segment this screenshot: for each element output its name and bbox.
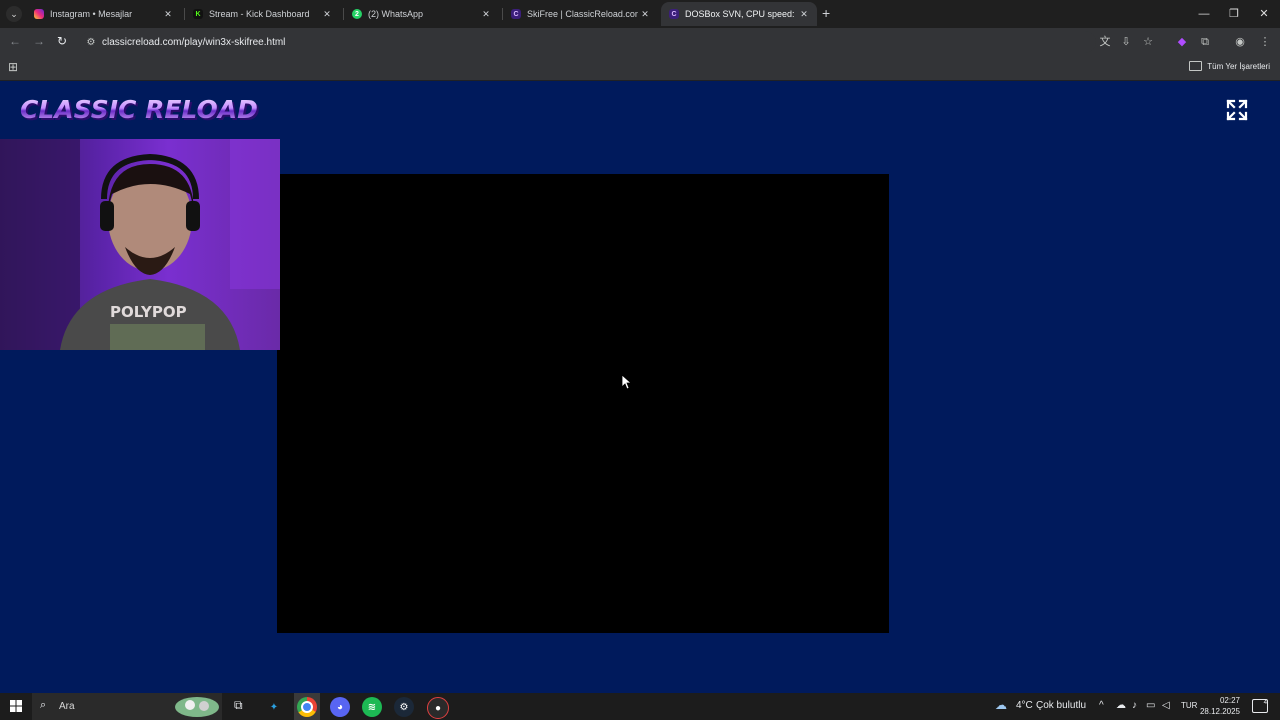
close-icon[interactable]: ✕ xyxy=(479,9,493,20)
windows-taskbar: ⌕ Ara ⧉ ✦ ◕ ≋ ⚙ ● ☁ 4°C Çok bulutlu ^ ☁ … xyxy=(0,693,1280,720)
notification-count: 4 xyxy=(1263,700,1267,706)
forward-button[interactable]: → xyxy=(33,34,45,48)
time-label: 02:27 xyxy=(1219,696,1240,705)
weather-desc[interactable]: Çok bulutlu xyxy=(1036,700,1086,711)
address-bar[interactable]: ⚙ classicreload.com/play/win3x-skifree.h… xyxy=(80,31,1096,53)
close-window-button[interactable]: ✕ xyxy=(1248,0,1280,28)
tab-whatsapp[interactable]: 2 (2) WhatsApp ✕ xyxy=(344,2,499,26)
page-content: CLASSIC RELOAD CLASSIC RELOAD POLYPOP xyxy=(0,81,1280,693)
dosbox-game-canvas[interactable] xyxy=(277,174,889,633)
kick-icon: K xyxy=(193,9,203,19)
url-text: classicreload.com/play/win3x-skifree.htm… xyxy=(102,36,286,48)
install-app-icon[interactable]: ⇩ xyxy=(1118,34,1134,50)
site-info-icon[interactable]: ⚙ xyxy=(80,37,102,48)
tab-search-button[interactable]: ⌄ xyxy=(0,0,28,28)
all-bookmarks-label: Tüm Yer İşaretleri xyxy=(1207,61,1270,71)
system-clock[interactable]: 02:27 28.12.2025 xyxy=(1200,695,1240,717)
svg-text:POLYPOP: POLYPOP xyxy=(110,303,187,321)
tab-kick[interactable]: K Stream - Kick Dashboard ✕ xyxy=(185,2,340,26)
extension-icon[interactable]: ◆ xyxy=(1174,34,1190,50)
menu-kebab-icon[interactable]: ⋮ xyxy=(1257,34,1273,50)
classic-reload-logo[interactable]: CLASSIC RELOAD xyxy=(20,95,258,124)
whatsapp-icon: 2 xyxy=(352,9,362,19)
search-label: Ara xyxy=(59,701,75,712)
back-button[interactable]: ← xyxy=(9,34,21,48)
bookmark-star-icon[interactable]: ☆ xyxy=(1140,34,1156,50)
steam-icon[interactable]: ⚙ xyxy=(394,697,414,717)
taskbar-search-box[interactable]: ⌕ Ara xyxy=(32,693,222,720)
mouse-cursor-icon xyxy=(621,374,633,395)
bookmarks-bar: ⊞ Tüm Yer İşaretleri xyxy=(0,56,1280,81)
volume-icon[interactable]: ◁ xyxy=(1162,700,1170,711)
restore-button[interactable]: ❐ xyxy=(1218,0,1250,28)
webcam-overlay: POLYPOP xyxy=(0,139,280,350)
spotify-icon[interactable]: ≋ xyxy=(362,697,382,717)
fullscreen-icon[interactable] xyxy=(1226,99,1248,121)
weather-icon[interactable]: ☁ xyxy=(995,698,1007,712)
date-label: 28.12.2025 xyxy=(1199,707,1240,716)
tab-instagram[interactable]: Instagram • Mesajlar ✕ xyxy=(26,2,181,26)
dosbox-icon: C xyxy=(669,9,679,19)
tab-title: Stream - Kick Dashboard xyxy=(209,9,310,19)
tab-title: Instagram • Mesajlar xyxy=(50,9,133,19)
close-icon[interactable]: ✕ xyxy=(797,9,811,20)
tab-title: SkiFree | ClassicReload.com xyxy=(527,9,638,19)
chrome-icon[interactable] xyxy=(297,697,317,717)
new-tab-button[interactable]: + xyxy=(822,5,830,21)
folder-icon xyxy=(1189,61,1203,71)
tab-skifree[interactable]: C SkiFree | ClassicReload.com ✕ xyxy=(503,2,658,26)
tab-title: DOSBox SVN, CPU speed: max xyxy=(685,9,797,19)
translate-icon[interactable]: 文 xyxy=(1097,34,1113,50)
minimize-button[interactable]: — xyxy=(1188,0,1220,28)
chevron-down-icon: ⌄ xyxy=(6,6,22,22)
weather-temp[interactable]: 4°C xyxy=(1016,700,1033,711)
tab-dosbox[interactable]: C DOSBox SVN, CPU speed: max ✕ xyxy=(661,2,817,26)
classicreload-icon: C xyxy=(511,9,521,19)
obs-icon[interactable]: ● xyxy=(427,697,449,719)
instagram-icon xyxy=(34,9,44,19)
reload-button[interactable]: ↻ xyxy=(57,34,67,48)
close-icon[interactable]: ✕ xyxy=(638,9,652,20)
apps-grid-icon[interactable]: ⊞ xyxy=(8,61,20,73)
profile-avatar-icon[interactable]: ◉ xyxy=(1232,34,1248,50)
microphone-icon[interactable]: ♪ xyxy=(1132,700,1137,711)
chevron-up-icon[interactable]: ^ xyxy=(1099,700,1104,711)
language-indicator[interactable]: TUR xyxy=(1181,701,1197,710)
notification-center-icon[interactable]: 4 xyxy=(1252,699,1268,713)
search-icon: ⌕ xyxy=(40,699,47,711)
app-icon[interactable]: ✦ xyxy=(264,697,284,717)
extensions-puzzle-icon[interactable]: ⧉ xyxy=(1197,34,1213,50)
close-icon[interactable]: ✕ xyxy=(161,9,175,20)
all-bookmarks-button[interactable]: Tüm Yer İşaretleri xyxy=(1189,61,1270,71)
discord-icon[interactable]: ◕ xyxy=(330,697,350,717)
network-icon[interactable]: ▭ xyxy=(1146,700,1155,711)
browser-toolbar: ← → ↻ ⚙ classicreload.com/play/win3x-ski… xyxy=(0,28,1280,56)
cloud-sync-icon[interactable]: ☁ xyxy=(1116,700,1126,711)
windows-start-icon[interactable] xyxy=(10,700,22,712)
close-icon[interactable]: ✕ xyxy=(320,9,334,20)
tab-title: (2) WhatsApp xyxy=(368,9,424,19)
task-view-icon[interactable]: ⧉ xyxy=(234,698,243,713)
tab-strip: ⌄ Instagram • Mesajlar ✕ K Stream - Kick… xyxy=(0,0,1280,28)
search-highlight-icon xyxy=(175,697,219,717)
